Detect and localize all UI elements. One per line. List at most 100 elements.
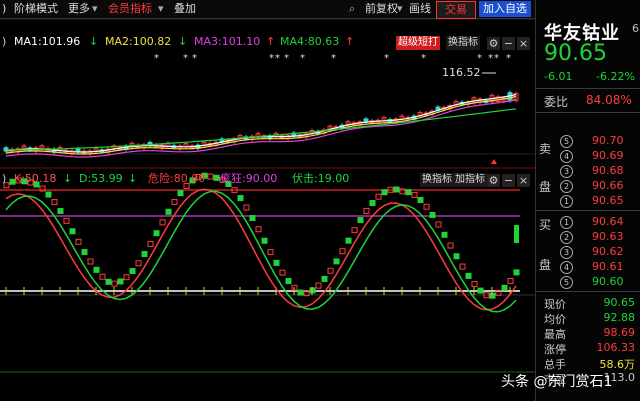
kdj-signal-block xyxy=(321,275,328,282)
kdj-signal-block xyxy=(423,203,430,210)
kdj-minimize-icon[interactable]: − xyxy=(502,174,515,187)
kdj-signal-block xyxy=(261,237,268,244)
member-dropdown-icon[interactable]: ▾ xyxy=(158,0,164,18)
super-band-button[interactable]: 超级短打 xyxy=(396,36,440,50)
kdj-signal-block xyxy=(105,278,112,285)
kdj-signal-block xyxy=(207,173,214,180)
sell-level-number-icon: 3 xyxy=(560,165,573,178)
buy-level-price[interactable]: 90.60 xyxy=(592,275,624,288)
rights-dropdown-icon[interactable]: ▾ xyxy=(397,0,403,18)
signal-star-icon: * xyxy=(488,53,493,64)
kdj-signal-block xyxy=(81,249,88,256)
ma2-label: MA2:100.82 xyxy=(105,35,172,48)
ma1-line xyxy=(5,93,517,153)
buy-level-number-icon: 5 xyxy=(560,276,573,289)
sell-level-price[interactable]: 90.65 xyxy=(592,194,624,207)
buy-side-label-2: 盘 xyxy=(539,258,552,272)
member-indicator-button[interactable]: 会员指标 xyxy=(108,0,152,18)
sell-level-price[interactable]: 90.69 xyxy=(592,149,624,162)
kdj-legend-paren: ) xyxy=(2,172,7,185)
kdj-signal-block xyxy=(147,240,154,247)
signal-star-icon: * xyxy=(300,53,305,64)
signal-star-icon: * xyxy=(494,53,499,64)
sell-level-number-icon: 1 xyxy=(560,195,573,208)
signal-star-icon: * xyxy=(154,53,159,64)
buy-level-price[interactable]: 90.64 xyxy=(592,215,624,228)
sell-level-price[interactable]: 90.66 xyxy=(592,179,624,192)
stock-code: 6( xyxy=(632,22,640,35)
signal-star-icon: * xyxy=(421,53,426,64)
sell-side-label: 卖 xyxy=(539,142,552,156)
swap-indicator-button[interactable]: 换指标 xyxy=(446,36,480,50)
candle-body xyxy=(507,92,513,102)
more-dropdown-icon[interactable]: ▾ xyxy=(92,0,98,18)
weibi-label: 委比 xyxy=(544,95,569,109)
sell-side-label-2: 盘 xyxy=(539,180,552,194)
stat-label: 涨停 xyxy=(544,343,566,356)
signal-star-icon: * xyxy=(269,53,274,64)
ladder-mode-button[interactable]: 阶梯模式 xyxy=(14,0,58,18)
kdj-signal-block xyxy=(285,278,292,285)
kdj-add-indicator-button[interactable]: 加指标 xyxy=(453,173,487,187)
kdj-signal-block xyxy=(447,242,454,249)
danger-level-label: 危险:80.00 xyxy=(148,172,206,185)
buy-level-number-icon: 4 xyxy=(560,261,573,274)
buy-level-price[interactable]: 90.63 xyxy=(592,230,624,243)
current-price: 90.65 xyxy=(544,41,607,66)
close-icon[interactable]: × xyxy=(517,37,530,50)
search-icon[interactable]: ⌕ xyxy=(349,0,355,18)
add-watchlist-button[interactable]: 加入自选 xyxy=(479,1,531,17)
buy-level-price[interactable]: 90.61 xyxy=(592,260,624,273)
sell-level-price[interactable]: 90.68 xyxy=(592,164,624,177)
kdj-signal-block xyxy=(93,266,100,273)
buy-side-label: 买 xyxy=(539,218,552,232)
kdj-gear-icon[interactable]: ⚙ xyxy=(487,174,500,187)
draw-line-button[interactable]: 画线 xyxy=(409,0,431,18)
sell-level-price[interactable]: 90.70 xyxy=(592,134,624,147)
watermark: 头条 @东门赏石1 xyxy=(501,374,613,390)
kdj-signal-block xyxy=(267,249,274,256)
kdj-signal-block xyxy=(111,280,118,287)
kdj-signal-block xyxy=(507,277,514,284)
overlay-button[interactable]: 叠加 xyxy=(174,0,196,18)
chart-canvas[interactable]: * * * * * * * * * * * * * * xyxy=(0,0,535,401)
kdj-k-down-arrow-icon: ↓ xyxy=(63,172,73,185)
kdj-k-label: K:50.18 xyxy=(14,172,57,185)
stat-label: 现价 xyxy=(544,298,566,311)
prev-rights-button[interactable]: 前复权 xyxy=(365,0,398,18)
kdj-d-label: D:53.99 xyxy=(79,172,123,185)
kdj-signal-block xyxy=(477,287,484,294)
kdj-signal-block xyxy=(165,208,172,215)
kdj-signal-block xyxy=(429,211,436,218)
kdj-signal-block xyxy=(351,227,358,234)
kdj-signal-block xyxy=(513,269,520,276)
kdj-close-icon[interactable]: × xyxy=(517,174,530,187)
stat-label: 最高 xyxy=(544,328,566,341)
divider xyxy=(536,291,640,292)
kdj-signal-block xyxy=(315,282,322,289)
signal-star-icon: * xyxy=(384,53,389,64)
trade-button[interactable]: 交易 xyxy=(436,1,476,19)
kdj-signal-block xyxy=(501,284,508,291)
kdj-signal-block xyxy=(327,267,334,274)
buy-level-price[interactable]: 90.62 xyxy=(592,245,624,258)
candlestick-chart[interactable] xyxy=(3,72,519,158)
high-price-label: 116.52 xyxy=(442,66,481,79)
kdj-signal-block xyxy=(333,258,340,265)
ma4-up-arrow-icon: ↑ xyxy=(345,35,355,48)
signal-star-icon: * xyxy=(506,53,511,64)
ma2-line xyxy=(5,95,517,155)
kdj-signal-block xyxy=(177,190,184,197)
kdj-signal-block xyxy=(441,231,448,238)
ma4-label: MA4:80.63 xyxy=(280,35,340,48)
more-button[interactable]: 更多 xyxy=(68,0,90,18)
minimize-icon[interactable]: − xyxy=(502,37,515,50)
stat-value: 90.65 xyxy=(603,296,636,309)
signal-star-icon: * xyxy=(192,53,197,64)
sell-level-number-icon: 5 xyxy=(560,135,573,148)
gear-icon[interactable]: ⚙ xyxy=(487,37,500,50)
kdj-signal-block xyxy=(459,263,466,270)
kdj-signal-block xyxy=(213,174,220,181)
kdj-swap-indicator-button[interactable]: 换指标 xyxy=(420,173,454,187)
kdj-signal-block xyxy=(135,260,142,267)
